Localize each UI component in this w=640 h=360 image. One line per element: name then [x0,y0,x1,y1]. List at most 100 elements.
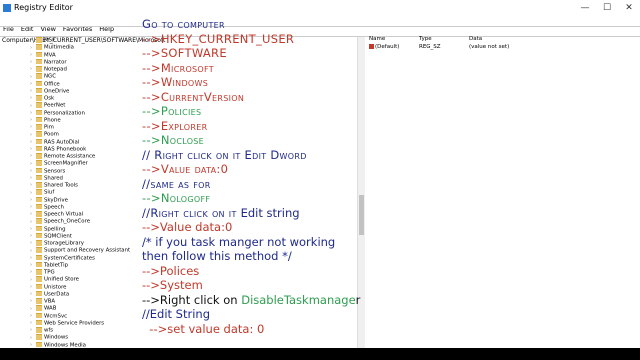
tree-item-label: Windows Media [44,341,86,348]
folder-icon [36,73,42,79]
folder-icon [36,37,42,43]
tree-item-label: Office [44,80,60,87]
folder-icon [36,87,42,94]
folder-icon [36,138,42,144]
registry-editor-icon [3,4,11,12]
folder-icon [36,211,42,217]
folder-icon [36,283,42,289]
instruction-line: Go to computer [142,17,225,31]
folder-icon [36,124,42,130]
menu-bar: File Edit View Favorites Help [0,16,640,33]
instruction-line: -->Windows [142,75,209,89]
tree-item-label: MVA [44,51,56,58]
tree-item-label: Multimedia [44,44,74,51]
tree-item-label: Unified Store [44,276,79,283]
registry-editor-window: Registry Editor — ☐ ✕ File Edit View Favori… [0,0,640,348]
folder-icon [36,80,42,86]
folder-icon [36,240,42,246]
minimize-button[interactable]: — [574,0,596,16]
folder-icon [36,334,42,340]
instruction-line: //Right click on it Edit string [142,206,300,221]
folder-icon [36,153,42,159]
folder-icon [36,247,42,253]
tree-item-label: VBA [44,298,56,305]
value-type: REG_SZ [419,44,441,50]
column-name-header[interactable]: Name [369,36,385,42]
maximize-button[interactable]: ☐ [596,0,618,16]
tree-item-label: Shared Tools [44,182,78,189]
instruction-line: /* if you task manger not working [142,234,336,249]
tree-item-label: Windows [44,334,69,341]
value-name: (Default) [369,44,399,50]
folder-icon [36,160,42,166]
value-data: (value not set) [469,44,510,50]
folder-icon [36,145,42,152]
folder-icon [36,298,42,304]
tree-item-label: RAS Phonebook [44,146,87,152]
tree-item-label: WAB [44,305,57,312]
tree-item-label: WcmSvc [44,312,68,319]
tree-item-label: PeerNet [44,102,66,109]
folder-icon [36,341,42,347]
folder-icon [36,290,42,297]
instruction-line: -->Microsoft [142,60,214,75]
instruction-line: -->Polices [142,263,200,278]
instruction-line: -->Value data:0 [142,162,229,176]
tree-item-label: SystemCertificates [44,254,95,261]
instruction-line: //Edit String [142,307,210,321]
folder-icon [36,44,42,50]
tree-item-label: Notepad [44,66,67,73]
tree-item-label: OneDrive [44,88,70,94]
tree-item-label: Support and Recovery Assistant [44,247,131,254]
tree-item-label: Speech [44,204,64,210]
folder-icon [36,327,42,333]
folder-icon [36,218,42,224]
instruction-line: -->CurrentVersion [142,89,245,104]
column-type-header[interactable]: Type [419,36,432,42]
column-data-header[interactable]: Data [469,36,482,42]
tree-item-label: Siuf [44,189,55,196]
tree-item-label: Personalization [44,109,85,116]
folder-icon [36,276,42,282]
instruction-line: -->Value data:0 [142,220,233,234]
folder-icon [36,189,42,195]
tree-item-label: ScreenMagnifier [44,160,88,167]
folder-icon [36,51,42,57]
tree-item-label: Poom [44,131,59,138]
folder-icon [36,232,42,239]
tree-item-label: Shared [44,175,63,181]
instruction-line: -->Right click on DisableTaskmanager [142,293,360,308]
folder-icon [36,305,42,311]
folder-icon [36,182,42,188]
scrollbar-thumb[interactable] [359,195,364,235]
tree-item-label: Phone [44,117,61,123]
string-value-icon [369,44,374,49]
instruction-segment: Edit string [240,205,300,220]
instruction-line: -->Noclose [142,133,205,147]
instruction-segment: -->Right click on [142,292,242,307]
instruction-line: //same as for [142,176,211,191]
folder-icon [36,196,42,202]
instruction-line: -->Policies [142,104,202,118]
tree-item-label: Remote Assistance [44,153,96,160]
tree-item-label: Unistore [44,283,67,290]
tree-item-label: Osk [44,95,55,102]
close-button[interactable]: ✕ [618,0,640,16]
instruction-line: -->Nologoff [142,191,211,205]
instruction-line: -->HKEY_CURRENT_USER [142,31,295,46]
instruction-line: -->System [142,278,203,292]
tree-item[interactable]: › Windows Media [30,341,86,349]
tree-item-label: Pim [44,124,54,131]
folder-icon [36,116,42,123]
folder-icon [36,167,42,173]
folder-icon [36,66,42,72]
folder-icon [36,203,42,210]
instruction-line: then follow this method */ [142,249,292,263]
folder-icon [36,269,42,275]
tree-item-label: NGC [44,73,56,80]
folder-icon [36,312,42,318]
tree-item-label: SkyDrive [44,196,68,203]
tree-item-label: Speech Virtual [44,211,84,218]
instruction-line: // Right click on it Edit Dword [142,147,307,162]
tree-item-label: StorageLibrary [44,240,84,247]
